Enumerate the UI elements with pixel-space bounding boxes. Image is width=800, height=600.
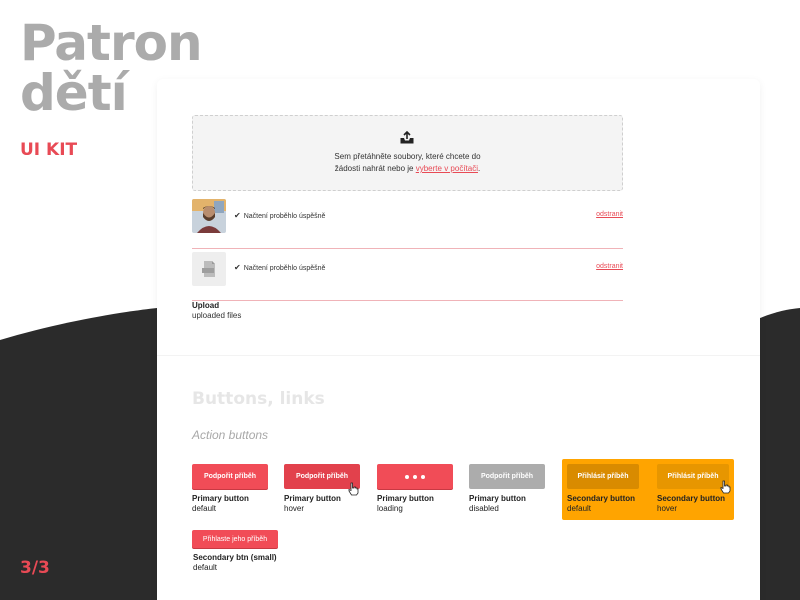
hand-cursor-icon xyxy=(348,482,359,496)
primary-button-loading[interactable] xyxy=(377,464,453,489)
content-card: Sem přetáhněte soubory, které chcete do … xyxy=(157,79,760,600)
uploaded-file-row: ✔ Načtení proběhlo úspěšně odstranit xyxy=(192,197,623,249)
pdf-thumbnail xyxy=(192,252,226,286)
upload-status: ✔ Načtení proběhlo úspěšně xyxy=(234,211,326,220)
check-icon: ✔ xyxy=(234,263,241,272)
upload-caption-subtitle: uploaded files xyxy=(192,311,242,320)
primary-button-default[interactable]: Podpořit příběh xyxy=(192,464,268,489)
dropzone-instructions: Sem přetáhněte soubory, které chcete do … xyxy=(334,152,481,173)
button-caption: Primary button loading xyxy=(377,494,434,513)
loading-dot xyxy=(421,474,425,479)
button-caption: Secondary button hover xyxy=(657,494,726,513)
section-title: Buttons, links xyxy=(192,389,325,409)
button-caption: Primary button hover xyxy=(284,494,341,513)
upload-tray-icon xyxy=(400,131,414,144)
loading-dot xyxy=(405,474,409,479)
secondary-button-hover[interactable]: Přihlásit příběh xyxy=(657,464,729,489)
button-caption: Primary button default xyxy=(192,494,249,513)
primary-button-disabled: Podpořit příběh xyxy=(469,464,545,489)
loading-dot xyxy=(413,474,417,479)
browse-computer-link[interactable]: vyberte v počítači xyxy=(416,164,478,173)
button-caption: Primary button disabled xyxy=(469,494,526,513)
ui-kit-label: UI KIT xyxy=(20,140,78,160)
secondary-buttons-panel: Přihlásit příběh Secondary button default… xyxy=(562,459,734,520)
remove-file-link[interactable]: odstranit xyxy=(596,263,623,270)
secondary-button-default[interactable]: Přihlásit příběh xyxy=(567,464,639,489)
brand-title-line1: Patron xyxy=(20,14,203,72)
secondary-small-button[interactable]: Přihlaste jeho příběh xyxy=(192,530,278,548)
section-divider xyxy=(157,355,760,356)
hand-cursor-icon xyxy=(720,480,731,494)
upload-status: ✔ Načtení proběhlo úspěšně xyxy=(234,263,326,272)
uploaded-file-row: ✔ Načtení proběhlo úspěšně odstranit xyxy=(192,249,623,301)
check-icon: ✔ xyxy=(234,211,241,220)
page-number: 3/3 xyxy=(20,558,50,578)
photo-thumbnail xyxy=(192,199,226,233)
upload-caption-title: Upload xyxy=(192,301,220,310)
remove-file-link[interactable]: odstranit xyxy=(596,211,623,218)
pdf-file-icon xyxy=(202,261,215,277)
file-dropzone[interactable]: Sem přetáhněte soubory, které chcete do … xyxy=(192,115,623,191)
subsection-title: Action buttons xyxy=(192,428,269,442)
button-caption: Secondary btn (small) default xyxy=(193,553,277,572)
upload-caption: Upload uploaded files xyxy=(192,301,241,320)
button-caption: Secondary button default xyxy=(567,494,636,513)
